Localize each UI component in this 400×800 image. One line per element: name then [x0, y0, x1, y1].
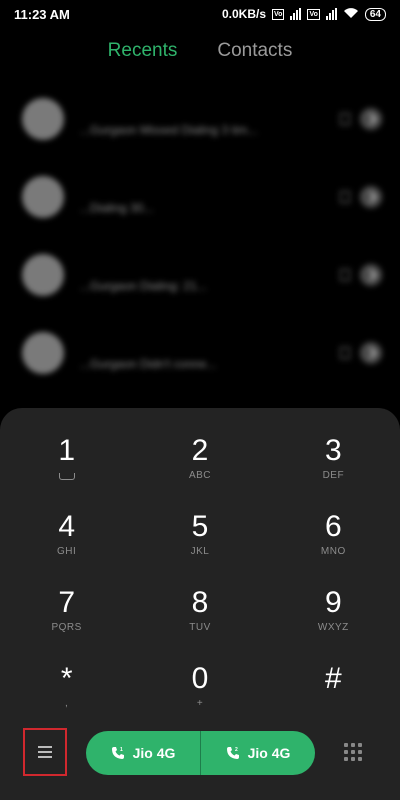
- key-9[interactable]: 9 WXYZ: [267, 578, 400, 654]
- dialpad-panel: 1 2 ABC 3 DEF 4 GHI 5 JKL 6 MNO 7 PQRS 8: [0, 408, 400, 800]
- key-digit: 7: [58, 586, 75, 619]
- key-digit: #: [324, 662, 342, 695]
- list-item[interactable]: ...Gurgaon Dialing: 21...: [0, 236, 400, 314]
- avatar: [22, 332, 64, 374]
- key-letters: DEF: [322, 470, 345, 481]
- key-4[interactable]: 4 GHI: [0, 502, 133, 578]
- sim-icon: [340, 347, 350, 359]
- dialpad-toggle-icon[interactable]: [342, 741, 364, 763]
- call-details: ...Gurgaon Missed Dialing 3 tim...: [80, 123, 258, 137]
- phone-sim1-icon: 1: [111, 746, 125, 760]
- list-item[interactable]: ...Gurgaon Didn't conne...: [0, 314, 400, 392]
- avatar: [22, 254, 64, 296]
- key-letters: WXYZ: [317, 622, 349, 633]
- chevron-right-icon[interactable]: [360, 342, 382, 364]
- key-star[interactable]: * ,: [0, 654, 133, 730]
- key-letters: GHI: [57, 546, 77, 557]
- key-letters: JKL: [190, 546, 210, 557]
- signal-icon-2: [325, 8, 337, 20]
- key-8[interactable]: 8 TUV: [133, 578, 266, 654]
- key-digit: 2: [191, 434, 209, 467]
- key-5[interactable]: 5 JKL: [133, 502, 266, 578]
- keypad: 1 2 ABC 3 DEF 4 GHI 5 JKL 6 MNO 7 PQRS 8: [0, 426, 400, 730]
- key-6[interactable]: 6 MNO: [267, 502, 400, 578]
- key-letters: +: [196, 698, 204, 709]
- list-item-text: ...Gurgaon Dialing: 21...: [80, 257, 330, 293]
- dialer-actions: 1 Jio 4G 2 Jio 4G: [0, 723, 400, 783]
- sim-icon: [340, 113, 350, 125]
- svg-text:1: 1: [120, 747, 123, 753]
- sim-icon: [340, 191, 350, 203]
- key-digit: 8: [191, 586, 209, 619]
- key-digit: 0: [191, 662, 209, 695]
- sim-icon: [340, 269, 350, 281]
- call-sim1-label: Jio 4G: [132, 745, 176, 761]
- avatar: [22, 98, 64, 140]
- tab-contacts[interactable]: Contacts: [217, 40, 292, 62]
- key-digit: 6: [324, 510, 342, 543]
- status-time: 11:23 AM: [14, 6, 70, 22]
- contact-name: [80, 179, 330, 197]
- volte-icon: Vo: [272, 8, 285, 20]
- key-digit: 4: [58, 510, 75, 543]
- signal-icon: [290, 8, 302, 20]
- tab-bar: Recents Contacts: [0, 40, 400, 62]
- chevron-right-icon[interactable]: [360, 108, 382, 130]
- key-letters: TUV: [189, 622, 211, 633]
- avatar: [22, 176, 64, 218]
- key-0[interactable]: 0 +: [133, 654, 266, 730]
- key-3[interactable]: 3 DEF: [267, 426, 400, 502]
- list-item-text: ...Dialing 30...: [80, 179, 330, 215]
- call-details: ...Gurgaon Dialing: 21...: [80, 279, 207, 293]
- key-2[interactable]: 2 ABC: [133, 426, 266, 502]
- chevron-right-icon[interactable]: [360, 264, 382, 286]
- key-digit: *: [60, 662, 73, 695]
- voicemail-icon: [58, 473, 75, 480]
- network-speed: 0.0KB/s: [221, 7, 266, 21]
- phone-sim2-icon: 2: [226, 746, 240, 760]
- key-digit: 3: [324, 434, 342, 467]
- list-item[interactable]: ...Gurgaon Missed Dialing 3 tim...: [0, 80, 400, 158]
- list-item-text: ...Gurgaon Didn't conne...: [80, 335, 330, 371]
- wifi-icon: [343, 7, 359, 22]
- key-digit: 5: [191, 510, 209, 543]
- key-letters: PQRS: [51, 622, 82, 633]
- status-bar: 11:23 AM 0.0KB/s Vo Vo 64: [0, 0, 400, 28]
- key-letters: ABC: [188, 470, 212, 481]
- tab-recents[interactable]: Recents: [108, 40, 178, 62]
- status-icons: 0.0KB/s Vo Vo 64: [222, 7, 386, 22]
- key-digit: 9: [324, 586, 342, 619]
- svg-text:2: 2: [235, 747, 238, 753]
- contact-name: [80, 257, 330, 275]
- call-buttons: 1 Jio 4G 2 Jio 4G: [86, 731, 315, 775]
- key-digit: 1: [58, 434, 75, 467]
- contact-name: [80, 101, 330, 119]
- key-letters: ,: [65, 698, 69, 709]
- key-7[interactable]: 7 PQRS: [0, 578, 133, 654]
- volte-icon-2: Vo: [307, 8, 320, 20]
- menu-button[interactable]: [23, 728, 67, 776]
- key-1[interactable]: 1: [0, 426, 133, 502]
- call-details: ...Gurgaon Didn't conne...: [80, 357, 217, 371]
- call-sim2-label: Jio 4G: [247, 745, 291, 761]
- contact-name: [80, 335, 330, 353]
- key-hash[interactable]: #: [267, 654, 400, 730]
- list-item-text: ...Gurgaon Missed Dialing 3 tim...: [80, 101, 330, 137]
- recents-list: ...Gurgaon Missed Dialing 3 tim... ...Di…: [0, 80, 400, 392]
- key-letters: MNO: [320, 546, 346, 557]
- battery-icon: 64: [364, 7, 386, 21]
- hamburger-menu-icon: [38, 746, 52, 758]
- call-sim1-button[interactable]: 1 Jio 4G: [86, 731, 200, 775]
- call-details: ...Dialing 30...: [80, 201, 154, 215]
- call-sim2-button[interactable]: 2 Jio 4G: [200, 731, 315, 775]
- list-item[interactable]: ...Dialing 30...: [0, 158, 400, 236]
- chevron-right-icon[interactable]: [360, 186, 382, 208]
